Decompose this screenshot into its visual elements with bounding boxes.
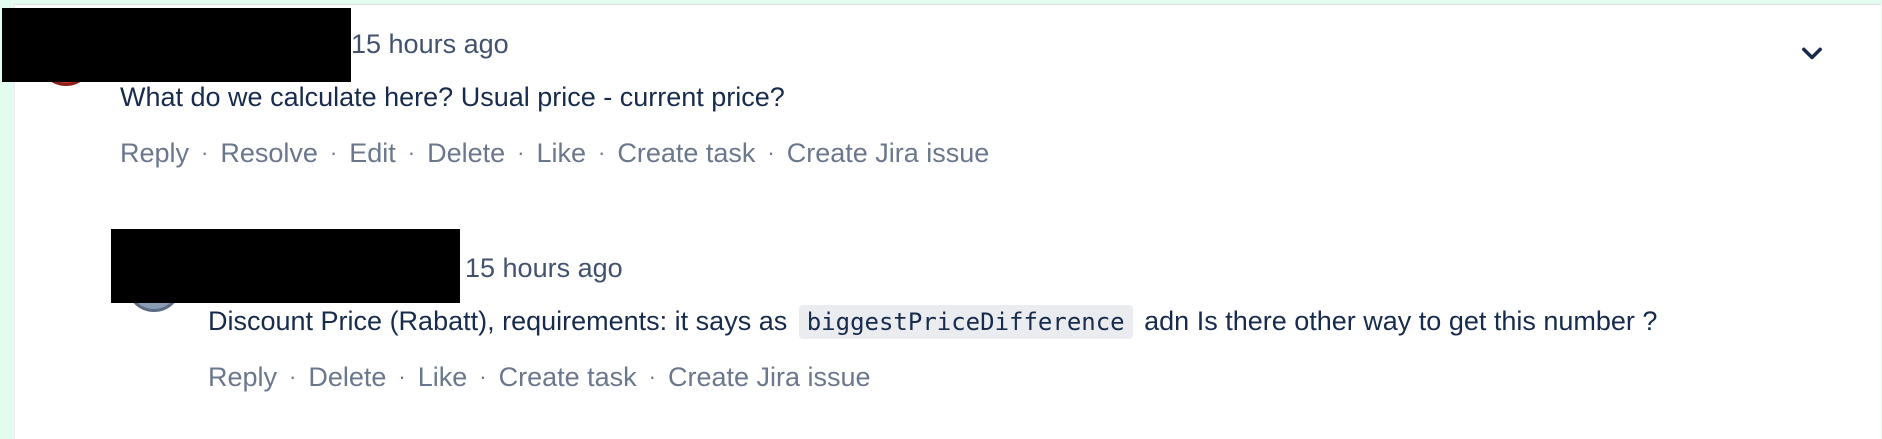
action-separator: · (598, 140, 606, 165)
create-jira-issue-button[interactable]: Create Jira issue (668, 360, 871, 394)
like-button[interactable]: Like (418, 360, 468, 394)
action-separator: · (201, 140, 209, 165)
comment-actions: Reply · Delete · Like · Create task · Cr… (208, 360, 871, 394)
action-separator: · (289, 364, 297, 389)
inline-code: biggestPriceDifference (798, 305, 1133, 339)
like-button[interactable]: Like (536, 136, 586, 170)
comment-body: What do we calculate here? Usual price -… (120, 82, 785, 112)
reply-button[interactable]: Reply (120, 136, 189, 170)
chevron-down-icon[interactable] (1798, 40, 1826, 68)
reply-button[interactable]: Reply (208, 360, 277, 394)
action-separator: · (398, 364, 406, 389)
action-separator: · (407, 140, 416, 165)
comment-body-text: adn Is there other way to get this numbe… (1144, 306, 1658, 336)
resolve-button[interactable]: Resolve (220, 136, 318, 170)
action-separator: · (767, 140, 775, 165)
action-separator: · (517, 140, 525, 165)
delete-button[interactable]: Delete (308, 360, 386, 394)
comment-body: Discount Price (Rabatt), requirements: i… (208, 304, 1657, 339)
create-task-button[interactable]: Create task (499, 360, 637, 394)
action-separator: · (648, 364, 656, 389)
redacted-author-name (2, 8, 351, 82)
create-task-button[interactable]: Create task (617, 136, 755, 170)
delete-button[interactable]: Delete (427, 136, 505, 170)
edit-button[interactable]: Edit (349, 136, 396, 170)
comment-timestamp[interactable]: 15 hours ago (465, 252, 623, 284)
comment-body-text: Discount Price (Rabatt), requirements: i… (208, 306, 788, 336)
redacted-author-name (111, 229, 460, 303)
action-separator: · (329, 140, 338, 165)
comment-timestamp[interactable]: 15 hours ago (351, 28, 509, 60)
create-jira-issue-button[interactable]: Create Jira issue (787, 136, 990, 170)
action-separator: · (479, 364, 487, 389)
comment-actions: Reply · Resolve · Edit · Delete · Like ·… (120, 136, 989, 170)
